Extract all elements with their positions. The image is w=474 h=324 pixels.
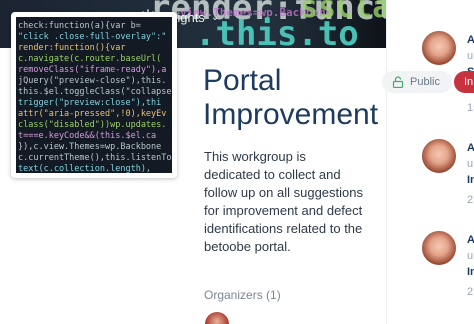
- feed-item-time: 2: [467, 194, 474, 206]
- banner-code-c: ssClass(: [300, 0, 386, 25]
- image-code-line: c.currentTheme(),this.listenTo(: [18, 153, 172, 163]
- image-code-line: "click .close-full-overlay":": [18, 32, 167, 42]
- group-image-card: check:function(a){var b= "click .close-fu…: [11, 12, 177, 178]
- chevron-down-icon: ⌄: [210, 11, 220, 23]
- feed-item-name: A: [467, 234, 474, 246]
- status-badge[interactable]: In: [454, 71, 474, 93]
- image-code-line: c.navigate(c.router.baseUrl(: [18, 54, 162, 64]
- image-code-line: }),c.view.Themes=wp.Backbone: [18, 142, 162, 152]
- visibility-label: Public: [410, 76, 440, 88]
- image-code-line: removeClass("iframe-ready"),a: [18, 65, 167, 75]
- feed-item-name: A: [467, 34, 474, 46]
- avatar[interactable]: [421, 30, 457, 66]
- image-code-line: attr("aria-pressed",!0),keyEv: [18, 109, 167, 119]
- feed-item[interactable]: A u In 2: [387, 138, 474, 228]
- feed-item-time: 15: [467, 102, 474, 114]
- feed-item-title: In: [467, 266, 474, 278]
- organizers-heading: Organizers (1): [204, 288, 281, 302]
- group-main: render:function view.Themes=wp.Backbone …: [0, 0, 386, 324]
- image-code-line: trigger("preview:close"),thi: [18, 98, 162, 108]
- image-code-line: jQuery("preview-close"),this.: [18, 76, 167, 86]
- image-code-line: check:function(a){var b=: [18, 21, 141, 31]
- avatar[interactable]: [421, 230, 457, 266]
- image-code-line: class("disabled"))wp.updates.: [18, 120, 167, 130]
- status-label: In: [464, 76, 474, 88]
- feed-item-title: In: [467, 174, 474, 186]
- feed-item-name: A: [467, 142, 474, 154]
- feed-item-meta: u: [467, 250, 474, 262]
- group-description: This workgroup is dedicated to collect a…: [204, 149, 363, 254]
- activity-panel: A u S 15 A u In 2 A u In 2: [386, 0, 474, 324]
- image-code-line: render:function(){var: [18, 43, 126, 53]
- visibility-badge[interactable]: Public: [382, 71, 452, 93]
- avatar[interactable]: [421, 138, 457, 174]
- group-image: check:function(a){var b= "click .close-fu…: [16, 17, 172, 173]
- image-code-line: t===e.keyCode&&(this.$el.ca: [18, 131, 157, 141]
- page-title: Portal Improvement: [203, 64, 379, 131]
- organizer-avatar[interactable]: [205, 312, 229, 324]
- lock-open-icon: [392, 76, 404, 88]
- feed-item-time: 2: [467, 286, 474, 298]
- feed-item-meta: u: [467, 50, 474, 62]
- feed-item-meta: u: [467, 158, 474, 170]
- image-code-line: text(c.collection.length),: [18, 164, 152, 173]
- feed-item[interactable]: A u In 2: [387, 230, 474, 320]
- image-code-line: this.$el.toggleClass("collapse: [18, 87, 172, 97]
